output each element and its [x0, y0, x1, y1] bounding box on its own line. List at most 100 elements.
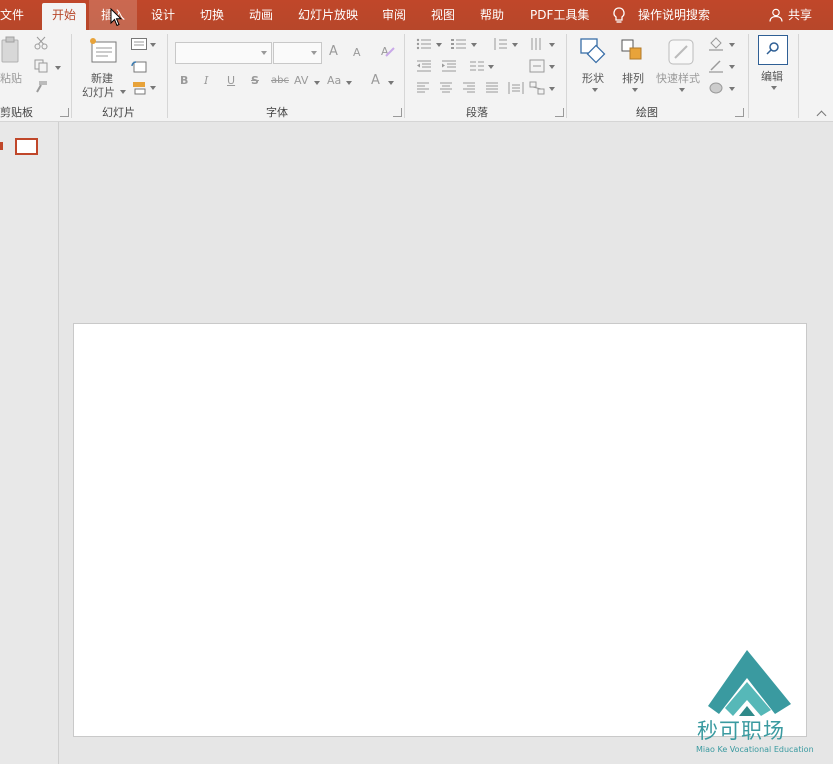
change-case-caret[interactable]: [346, 81, 352, 85]
new-slide-caret[interactable]: [120, 90, 126, 94]
font-launcher[interactable]: [393, 108, 402, 117]
font-color-button[interactable]: A: [371, 73, 380, 88]
section-caret[interactable]: [150, 86, 156, 90]
brand-name: 秒可职场: [697, 719, 785, 743]
slide-thumbnail[interactable]: [15, 138, 38, 155]
columns-icon[interactable]: [469, 60, 485, 75]
align-text-caret[interactable]: [549, 65, 555, 69]
quick-styles-caret[interactable]: [679, 88, 685, 92]
clipboard-group-label: 剪贴板: [0, 106, 33, 119]
bullets-caret[interactable]: [436, 43, 442, 47]
tab-review[interactable]: 审阅: [382, 0, 406, 30]
quick-styles-icon[interactable]: [667, 38, 695, 69]
distributed-icon[interactable]: [508, 81, 524, 98]
tab-transitions[interactable]: 切换: [200, 0, 224, 30]
justify-icon[interactable]: [485, 82, 499, 97]
shape-outline-caret[interactable]: [729, 65, 735, 69]
quick-styles-label[interactable]: 快速样式: [656, 70, 700, 86]
change-case-button[interactable]: Aa: [327, 74, 341, 87]
align-left-icon[interactable]: [416, 82, 430, 97]
increase-indent-icon[interactable]: [441, 60, 457, 75]
lightbulb-icon: [612, 7, 626, 27]
tab-slideshow[interactable]: 幻灯片放映: [298, 0, 358, 30]
shape-effects-icon[interactable]: [708, 81, 724, 98]
align-right-icon[interactable]: [462, 82, 476, 97]
arrange-icon[interactable]: [620, 38, 646, 67]
drawing-launcher[interactable]: [735, 108, 744, 117]
copy-dropdown-caret[interactable]: [55, 66, 61, 70]
svg-text:A: A: [381, 45, 389, 58]
new-slide-icon[interactable]: [88, 36, 120, 69]
font-color-caret[interactable]: [388, 81, 394, 85]
shapes-caret[interactable]: [592, 88, 598, 92]
smartart-icon[interactable]: [529, 81, 545, 98]
numbering-caret[interactable]: [471, 43, 477, 47]
paste-label[interactable]: 粘贴: [0, 70, 22, 86]
slide-thumbnail-panel: [0, 122, 59, 764]
group-divider: [798, 34, 799, 118]
bullets-icon[interactable]: [416, 38, 432, 53]
paste-icon[interactable]: [0, 36, 24, 69]
align-center-icon[interactable]: [439, 82, 453, 97]
layout-icon[interactable]: [131, 38, 147, 53]
smartart-caret[interactable]: [549, 87, 555, 91]
tab-view[interactable]: 视图: [431, 0, 455, 30]
character-spacing-button[interactable]: AV: [294, 74, 308, 87]
text-direction-icon[interactable]: [529, 37, 545, 54]
new-slide-label-2[interactable]: 幻灯片: [82, 84, 115, 100]
slide-number-marker: [0, 142, 3, 150]
tab-pdf-tools[interactable]: PDF工具集: [530, 0, 589, 30]
text-direction-caret[interactable]: [549, 43, 555, 47]
reset-icon[interactable]: [131, 60, 147, 77]
editing-caret[interactable]: [771, 86, 777, 90]
line-spacing-caret[interactable]: [512, 43, 518, 47]
italic-button[interactable]: I: [204, 74, 208, 87]
character-spacing-caret[interactable]: [314, 81, 320, 85]
arrange-caret[interactable]: [632, 88, 638, 92]
align-text-icon[interactable]: [529, 59, 545, 76]
numbering-icon[interactable]: [451, 38, 467, 53]
paragraph-launcher[interactable]: [555, 108, 564, 117]
shapes-icon[interactable]: [578, 36, 608, 69]
group-divider: [167, 34, 168, 118]
shadow-button[interactable]: S: [251, 74, 259, 87]
copy-icon[interactable]: [34, 59, 48, 76]
tab-help[interactable]: 帮助: [480, 0, 504, 30]
drawing-group-label: 绘图: [636, 106, 658, 119]
shape-outline-icon[interactable]: [708, 59, 724, 76]
clear-formatting-icon[interactable]: A: [380, 44, 396, 61]
find-icon[interactable]: [758, 35, 788, 68]
columns-caret[interactable]: [488, 65, 494, 69]
format-painter-icon[interactable]: [34, 80, 48, 97]
decrease-indent-icon[interactable]: [416, 60, 432, 75]
share-button[interactable]: 共享: [788, 0, 812, 30]
cut-icon[interactable]: [34, 36, 48, 53]
line-spacing-icon[interactable]: [492, 37, 508, 54]
shape-effects-caret[interactable]: [729, 87, 735, 91]
bold-button[interactable]: B: [180, 74, 188, 87]
clipboard-launcher[interactable]: [60, 108, 69, 117]
editing-label[interactable]: 编辑: [761, 68, 783, 84]
section-icon[interactable]: [131, 81, 147, 98]
font-family-dropdown[interactable]: [175, 42, 272, 64]
tab-home[interactable]: 开始: [42, 3, 87, 30]
decrease-font-size-button[interactable]: A: [353, 46, 361, 59]
layout-caret[interactable]: [150, 43, 156, 47]
tab-file[interactable]: 文件: [0, 0, 24, 30]
shape-fill-icon[interactable]: [708, 37, 724, 54]
shapes-label[interactable]: 形状: [582, 70, 604, 86]
strikethrough-button[interactable]: abc: [271, 75, 289, 86]
increase-font-size-button[interactable]: A: [329, 44, 338, 59]
font-size-dropdown[interactable]: [273, 42, 322, 64]
tab-design[interactable]: 设计: [151, 0, 175, 30]
ribbon-tab-bar: 文件 开始 插入 设计 切换 动画 幻灯片放映 审阅 视图 帮助 PDF工具集 …: [0, 0, 833, 30]
tell-me-search[interactable]: 操作说明搜索: [638, 0, 710, 30]
paragraph-group-label: 段落: [466, 106, 488, 119]
user-icon: [769, 8, 783, 25]
mouse-cursor-icon: [110, 8, 123, 27]
shape-fill-caret[interactable]: [729, 43, 735, 47]
slides-group-label: 幻灯片: [102, 106, 135, 119]
arrange-label[interactable]: 排列: [622, 70, 644, 86]
tab-animations[interactable]: 动画: [249, 0, 273, 30]
underline-button[interactable]: U: [227, 74, 235, 87]
